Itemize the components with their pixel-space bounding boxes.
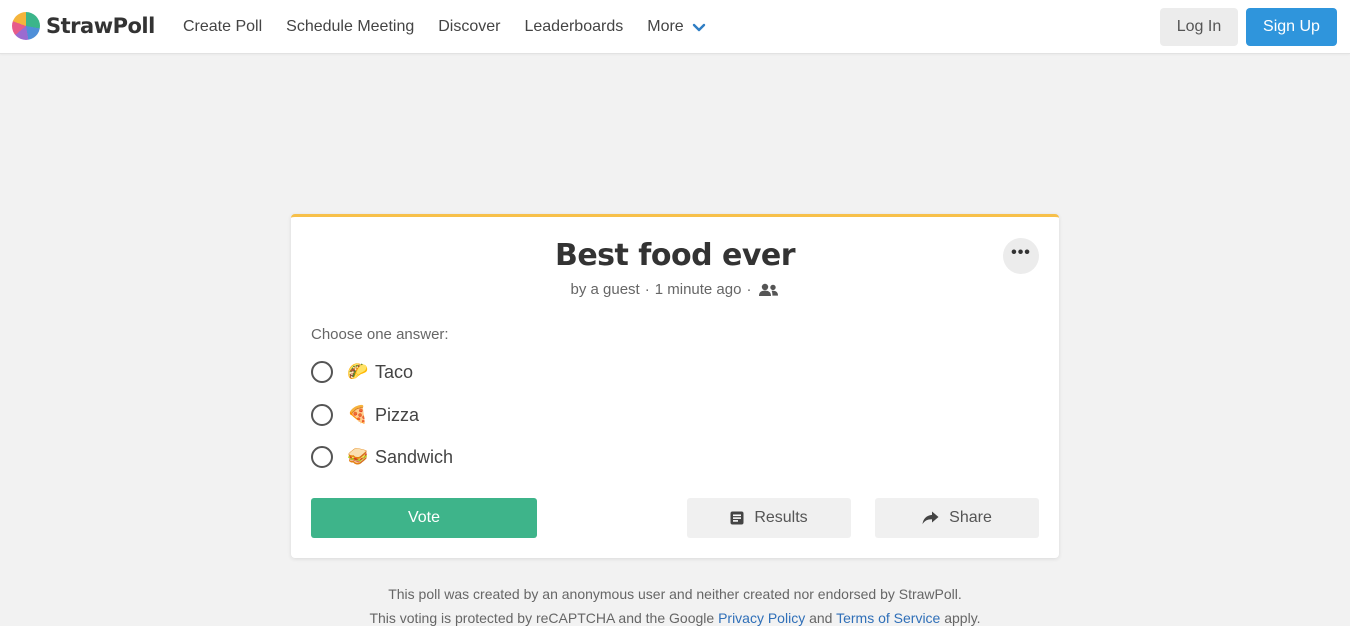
- terms-of-service-link[interactable]: Terms of Service: [836, 610, 940, 626]
- login-button[interactable]: Log In: [1160, 8, 1238, 46]
- poll-author: by a guest: [570, 281, 640, 298]
- nav-schedule-meeting[interactable]: Schedule Meeting: [286, 18, 414, 36]
- signup-button[interactable]: Sign Up: [1246, 8, 1337, 46]
- option-label: Sandwich: [375, 446, 454, 467]
- radio-button[interactable]: [311, 446, 333, 468]
- option-pizza[interactable]: 🍕 Pizza: [311, 402, 419, 428]
- results-icon: [730, 511, 744, 525]
- footer-recaptcha: This voting is protected by reCAPTCHA an…: [0, 610, 1350, 626]
- nav-more-label: More: [647, 18, 684, 35]
- option-label: Pizza: [375, 404, 420, 425]
- ellipsis-icon: •••: [1011, 244, 1031, 261]
- share-icon: [922, 511, 939, 525]
- results-button[interactable]: Results: [687, 498, 851, 538]
- pizza-icon: 🍕: [347, 405, 369, 424]
- nav-discover[interactable]: Discover: [438, 18, 500, 36]
- footer-recaptcha-suffix: apply.: [940, 610, 981, 626]
- poll-time: 1 minute ago: [654, 281, 742, 298]
- top-navbar: StrawPoll Create Poll Schedule Meeting D…: [0, 0, 1350, 54]
- results-label: Results: [754, 509, 808, 526]
- share-button[interactable]: Share: [875, 498, 1039, 538]
- sandwich-icon: 🥪: [347, 447, 369, 466]
- option-label: Taco: [375, 361, 414, 382]
- footer-recaptcha-prefix: This voting is protected by reCAPTCHA an…: [369, 610, 719, 626]
- nav-create-poll[interactable]: Create Poll: [183, 18, 262, 36]
- main-nav: Create Poll Schedule Meeting Discover Le…: [183, 0, 730, 54]
- radio-button[interactable]: [311, 361, 333, 383]
- nav-more[interactable]: More: [647, 18, 705, 36]
- footer-disclaimer: This poll was created by an anonymous us…: [388, 586, 962, 602]
- choose-label: Choose one answer:: [311, 326, 449, 343]
- logo-text: StrawPoll: [46, 14, 155, 38]
- poll-meta: by a guest · 1 minute ago ·: [291, 281, 1059, 298]
- share-label: Share: [949, 509, 992, 526]
- poll-title: Best food ever: [554, 238, 796, 273]
- option-taco[interactable]: 🌮 Taco: [311, 359, 413, 385]
- meta-separator: ·: [644, 281, 650, 298]
- people-icon: [759, 283, 779, 296]
- strawpoll-logo[interactable]: StrawPoll: [12, 12, 155, 40]
- taco-icon: 🌮: [347, 362, 369, 381]
- nav-leaderboards[interactable]: Leaderboards: [524, 18, 623, 36]
- poll-card: Best food ever by a guest · 1 minute ago…: [291, 214, 1059, 558]
- chevron-down-icon: [692, 23, 705, 32]
- footer-and: and: [805, 610, 837, 626]
- poll-menu-button[interactable]: •••: [1003, 238, 1039, 274]
- option-sandwich[interactable]: 🥪 Sandwich: [311, 444, 453, 470]
- radio-button[interactable]: [311, 404, 333, 426]
- privacy-policy-link[interactable]: Privacy Policy: [718, 610, 805, 626]
- vote-button[interactable]: Vote: [311, 498, 537, 538]
- logo-icon: [12, 12, 40, 40]
- meta-separator: ·: [746, 281, 752, 298]
